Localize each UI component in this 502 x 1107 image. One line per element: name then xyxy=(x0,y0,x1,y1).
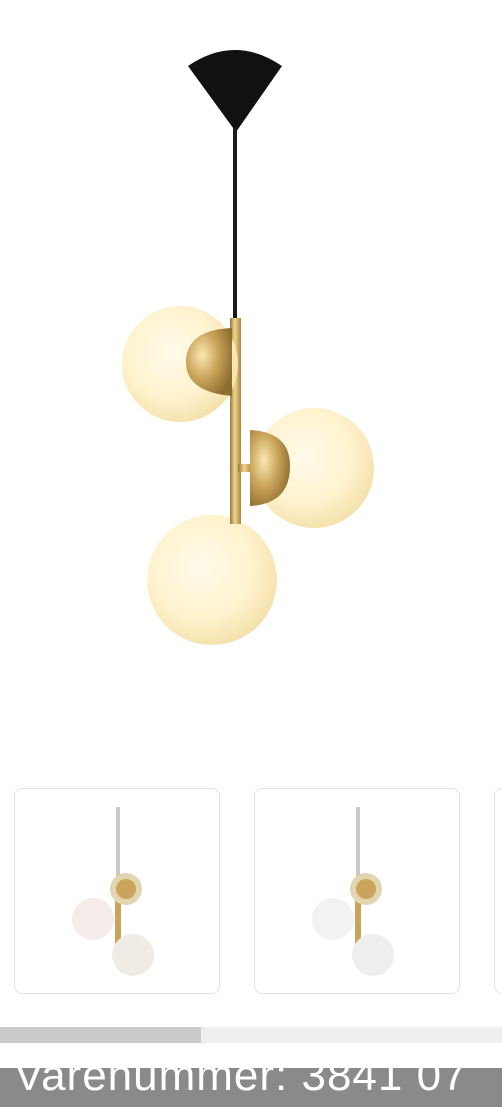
bottom-banner-text: Varenummer: 3841 07 xyxy=(14,1068,468,1100)
carousel-scrollbar-thumb[interactable] xyxy=(0,1027,201,1043)
pendant-lamp-illustration xyxy=(122,50,374,645)
product-page: Varenummer: 3841 07 xyxy=(0,0,502,1107)
thumbnail-carousel[interactable] xyxy=(0,788,502,1000)
thumbnail-3[interactable] xyxy=(494,788,502,994)
thumbnail-2[interactable] xyxy=(254,788,460,994)
product-main-image[interactable] xyxy=(0,0,502,770)
carousel-scrollbar[interactable] xyxy=(0,1027,502,1043)
thumbnail-1[interactable] xyxy=(14,788,220,994)
globe-bottom xyxy=(147,515,277,645)
ceiling-canopy xyxy=(188,50,282,132)
thumbnail-1-image xyxy=(72,807,154,976)
thumbnail-2-image xyxy=(312,807,394,976)
bottom-banner: Varenummer: 3841 07 xyxy=(0,1068,502,1107)
power-cord xyxy=(233,128,237,324)
